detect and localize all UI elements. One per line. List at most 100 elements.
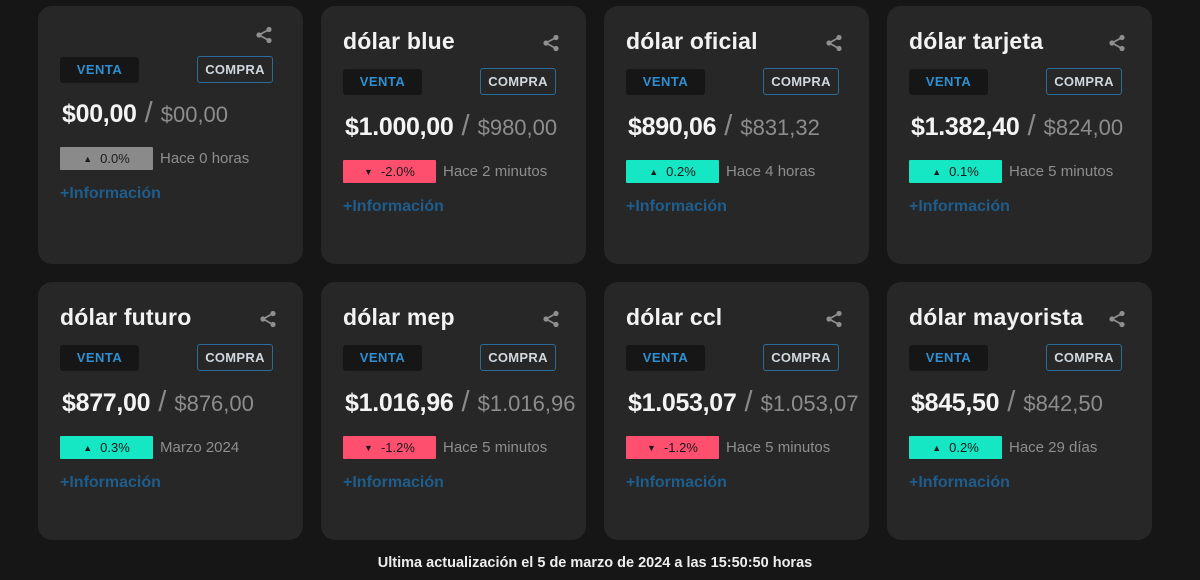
- venta-button[interactable]: VENTA: [343, 344, 422, 371]
- share-icon[interactable]: [542, 34, 560, 52]
- venta-button[interactable]: VENTA: [626, 344, 705, 371]
- sell-price: $00,00: [62, 100, 137, 128]
- venta-button[interactable]: VENTA: [909, 344, 988, 371]
- price-separator: /: [1027, 110, 1036, 142]
- share-icon[interactable]: [825, 310, 843, 328]
- card-dolar-mep: dólar mep VENTA COMPRA $1.016,96 / $1.01…: [321, 282, 586, 540]
- buttons-row: VENTA COMPRA: [626, 68, 839, 95]
- venta-button[interactable]: VENTA: [909, 68, 988, 95]
- change-badge: ▲ 0.3%: [60, 436, 153, 459]
- share-icon[interactable]: [255, 26, 273, 44]
- more-info-link[interactable]: +Información: [909, 198, 1010, 216]
- card-dolar-oficial: dólar oficial VENTA COMPRA $890,06 / $83…: [604, 6, 869, 264]
- change-row: ▲ 0.1% Hace 5 minutos: [909, 160, 1113, 183]
- more-info-link[interactable]: +Información: [60, 185, 161, 203]
- more-info-link[interactable]: +Información: [343, 198, 444, 216]
- buttons-row: VENTA COMPRA: [909, 344, 1122, 371]
- share-icon[interactable]: [1108, 34, 1126, 52]
- change-row: ▼ -1.2% Hace 5 minutos: [343, 436, 547, 459]
- sell-price: $1.016,96: [345, 389, 454, 417]
- buy-price: $1.016,96: [477, 391, 576, 416]
- compra-button[interactable]: COMPRA: [197, 344, 273, 371]
- price-separator: /: [1007, 386, 1016, 418]
- triangle-up-icon: ▲: [649, 166, 659, 177]
- venta-button[interactable]: VENTA: [343, 68, 422, 95]
- compra-button[interactable]: COMPRA: [763, 344, 839, 371]
- dollar-cards-grid: VENTA COMPRA $00,00 / $00,00 ▲ 0.0% Hace …: [38, 6, 1152, 540]
- change-badge: ▲ 0.0%: [60, 147, 153, 170]
- updated-time: Hace 5 minutos: [443, 439, 548, 456]
- venta-button[interactable]: VENTA: [60, 56, 139, 83]
- updated-time: Marzo 2024: [160, 439, 240, 456]
- change-percent: -1.2%: [380, 440, 415, 455]
- change-row: ▲ 0.3% Marzo 2024: [60, 436, 239, 459]
- change-percent: 0.1%: [949, 164, 979, 179]
- card-dolar-tarjeta: dólar tarjeta VENTA COMPRA $1.382,40 / $…: [887, 6, 1152, 264]
- change-row: ▲ 0.2% Hace 29 días: [909, 436, 1097, 459]
- share-icon[interactable]: [259, 310, 277, 328]
- more-info-link[interactable]: +Información: [626, 474, 727, 492]
- share-icon[interactable]: [825, 34, 843, 52]
- share-icon[interactable]: [1108, 310, 1126, 328]
- price-separator: /: [144, 97, 153, 129]
- change-row: ▲ 0.2% Hace 4 horas: [626, 160, 815, 183]
- more-info-link[interactable]: +Información: [626, 198, 727, 216]
- buttons-row: VENTA COMPRA: [343, 344, 556, 371]
- price-row: $1.382,40 / $824,00: [911, 110, 1123, 143]
- compra-button[interactable]: COMPRA: [1046, 68, 1122, 95]
- more-info-link[interactable]: +Información: [343, 474, 444, 492]
- updated-time: Hace 0 horas: [160, 150, 250, 167]
- change-percent: 0.3%: [100, 440, 130, 455]
- change-badge: ▼ -1.2%: [626, 436, 719, 459]
- card-title: dólar mep: [343, 304, 455, 330]
- triangle-up-icon: ▲: [932, 442, 942, 453]
- change-percent: 0.2%: [949, 440, 979, 455]
- triangle-up-icon: ▲: [83, 442, 93, 453]
- buttons-row: VENTA COMPRA: [60, 344, 273, 371]
- triangle-down-icon: ▼: [364, 166, 373, 177]
- buy-price: $842,50: [1023, 391, 1103, 416]
- compra-button[interactable]: COMPRA: [1046, 344, 1122, 371]
- buy-price: $876,00: [174, 391, 254, 416]
- sell-price: $1.382,40: [911, 113, 1020, 141]
- buttons-row: VENTA COMPRA: [60, 56, 273, 83]
- compra-button[interactable]: COMPRA: [480, 68, 556, 95]
- change-row: ▼ -2.0% Hace 2 minutos: [343, 160, 547, 183]
- change-badge: ▲ 0.2%: [626, 160, 719, 183]
- sell-price: $1.053,07: [628, 389, 737, 417]
- venta-button[interactable]: VENTA: [626, 68, 705, 95]
- venta-button[interactable]: VENTA: [60, 344, 139, 371]
- triangle-up-icon: ▲: [83, 153, 93, 164]
- triangle-up-icon: ▲: [932, 166, 942, 177]
- card-title: dólar tarjeta: [909, 28, 1044, 54]
- sell-price: $877,00: [62, 389, 151, 417]
- price-row: $1.000,00 / $980,00: [345, 110, 557, 143]
- sell-price: $890,06: [628, 113, 717, 141]
- buttons-row: VENTA COMPRA: [343, 68, 556, 95]
- price-separator: /: [724, 110, 733, 142]
- change-percent: -1.2%: [663, 440, 698, 455]
- sell-price: $1.000,00: [345, 113, 454, 141]
- price-separator: /: [158, 386, 167, 418]
- triangle-down-icon: ▼: [364, 442, 373, 453]
- price-row: $1.016,96 / $1.016,96: [345, 386, 575, 419]
- share-icon[interactable]: [542, 310, 560, 328]
- card-title: dólar oficial: [626, 28, 758, 54]
- compra-button[interactable]: COMPRA: [197, 56, 273, 83]
- compra-button[interactable]: COMPRA: [763, 68, 839, 95]
- card-title: dólar ccl: [626, 304, 723, 330]
- compra-button[interactable]: COMPRA: [480, 344, 556, 371]
- card-title: dólar futuro: [60, 304, 192, 330]
- change-percent: 0.0%: [100, 151, 130, 166]
- card-dolar-blue: dólar blue VENTA COMPRA $1.000,00 / $980…: [321, 6, 586, 264]
- buy-price: $980,00: [477, 115, 558, 140]
- change-percent: 0.2%: [666, 164, 696, 179]
- card-title: dólar blue: [343, 28, 455, 54]
- last-update-text: Ultima actualización el 5 de marzo de 20…: [377, 555, 813, 571]
- price-row: $845,50 / $842,50: [911, 386, 1103, 419]
- change-badge: ▼ -1.2%: [343, 436, 436, 459]
- more-info-link[interactable]: +Información: [60, 474, 161, 492]
- more-info-link[interactable]: +Información: [909, 474, 1010, 492]
- buttons-row: VENTA COMPRA: [626, 344, 839, 371]
- change-badge: ▲ 0.2%: [909, 436, 1002, 459]
